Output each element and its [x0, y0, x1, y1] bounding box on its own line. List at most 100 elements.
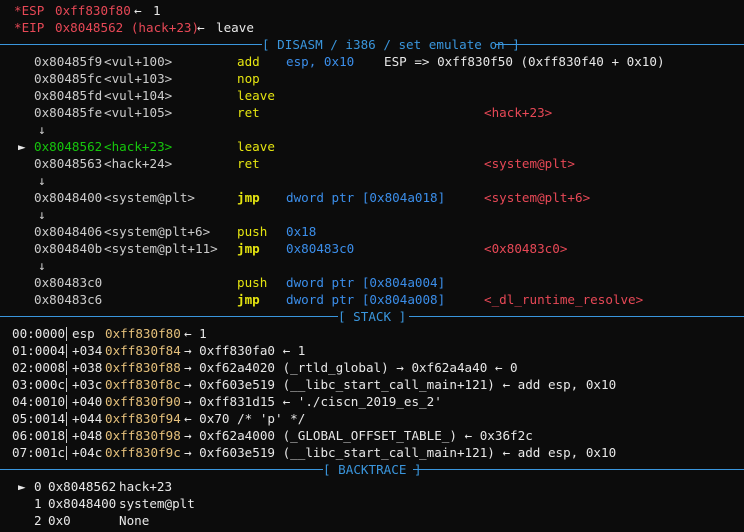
- instr-address: 0x804840b: [34, 241, 103, 256]
- branch-target: <0x80483c0>: [484, 241, 568, 256]
- instr-mnemonic: jmp: [237, 241, 260, 256]
- stack-address: 0xff830f98: [105, 428, 181, 443]
- stack-reg-offset: esp: [72, 326, 95, 341]
- frame-address: 0x8048562: [48, 479, 117, 494]
- stack-header: [ STACK ]: [0, 308, 744, 325]
- instr-address: 0x80483c0: [34, 275, 103, 290]
- instr-operands: dword ptr [0x804a004]: [286, 275, 446, 290]
- stack-title: [ STACK ]: [338, 309, 407, 324]
- register-eip: *EIP 0x8048562 (hack+23) ← leave: [0, 19, 254, 36]
- stack-address: 0xff830f9c: [105, 445, 181, 460]
- stack-offset: 07:001c: [12, 445, 66, 460]
- frame-number: 2: [34, 513, 42, 528]
- instr-mnemonic: ret: [237, 105, 260, 120]
- stack-reg-offset: +044: [72, 411, 103, 426]
- stack-offset: 03:000c: [12, 377, 66, 392]
- branch-target: <_dl_runtime_resolve>: [484, 292, 644, 307]
- instr-address: 0x8048400: [34, 190, 103, 205]
- stack-chain: → 0xff831d15 ← './ciscn_2019_es_2': [184, 394, 442, 409]
- branch-target: <system@plt+6>: [484, 190, 591, 205]
- frame-function: None: [119, 513, 150, 528]
- instr-mnemonic: nop: [237, 71, 260, 86]
- arrow-down-icon: ↓: [38, 173, 46, 188]
- stack-chain: → 0xf603e519 (__libc_start_call_main+121…: [184, 445, 617, 460]
- branch-target: <system@plt>: [484, 156, 575, 171]
- instr-symbol: <system@plt>: [104, 190, 195, 205]
- instr-address: 0x8048406: [34, 224, 103, 239]
- reg-deref: 1: [153, 3, 161, 18]
- reg-name: *ESP: [14, 3, 45, 18]
- stack-divider: [66, 327, 67, 341]
- instr-operands: dword ptr [0x804a008]: [286, 292, 446, 307]
- stack-offset: 00:0000: [12, 326, 66, 341]
- instr-symbol: <system@plt+6>: [104, 224, 211, 239]
- stack-divider: [66, 412, 67, 426]
- instr-mnemonic: ret: [237, 156, 260, 171]
- backtrace-title: [ BACKTRACE ]: [323, 462, 422, 477]
- frame-address: 0x0: [48, 513, 71, 528]
- stack-offset: 02:0008: [12, 360, 66, 375]
- stack-offset: 04:0010: [12, 394, 66, 409]
- stack-address: 0xff830f88: [105, 360, 181, 375]
- instr-mnemonic: add: [237, 54, 260, 69]
- arrow-down-icon: ↓: [38, 258, 46, 273]
- instr-symbol: <hack+23>: [104, 139, 173, 154]
- stack-reg-offset: +034: [72, 343, 103, 358]
- stack-address: 0xff830f8c: [105, 377, 181, 392]
- emulation-result: ESP => 0xff830f50 (0xff830f40 + 0x10): [384, 54, 665, 69]
- frame-address: 0x8048400: [48, 496, 117, 511]
- instr-symbol: <vul+105>: [104, 105, 173, 120]
- stack-reg-offset: +038: [72, 360, 103, 375]
- stack-divider: [66, 446, 67, 460]
- instr-operands: esp, 0x10: [286, 54, 355, 69]
- instr-operands: 0x80483c0: [286, 241, 355, 256]
- register-esp: *ESP 0xff830f80 ← 1: [0, 2, 161, 19]
- instr-mnemonic: push: [237, 275, 268, 290]
- stack-divider: [66, 429, 67, 443]
- stack-reg-offset: +04c: [72, 445, 103, 460]
- instr-operands: 0x18: [286, 224, 317, 239]
- instr-symbol: <hack+24>: [104, 156, 173, 171]
- stack-chain: ← 1: [184, 326, 207, 341]
- stack-reg-offset: +040: [72, 394, 103, 409]
- stack-chain: → 0xf603e519 (__libc_start_call_main+121…: [184, 377, 617, 392]
- arrow-down-icon: ↓: [38, 207, 46, 222]
- stack-chain: ← 0x70 /* 'p' */: [184, 411, 306, 426]
- stack-address: 0xff830f80: [105, 326, 181, 341]
- stack-chain: → 0xf62a4020 (_rtld_global) → 0xf62a4a40…: [184, 360, 518, 375]
- stack-divider: [66, 361, 67, 375]
- stack-address: 0xff830f90: [105, 394, 181, 409]
- instr-symbol: <vul+104>: [104, 88, 173, 103]
- instr-address: 0x80483c6: [34, 292, 103, 307]
- stack-chain: → 0xf62a4000 (_GLOBAL_OFFSET_TABLE_) ← 0…: [184, 428, 533, 443]
- arrow-left-icon: ←: [197, 20, 205, 35]
- instr-address: 0x80485fd: [34, 88, 103, 103]
- frame-number: 0: [34, 479, 42, 494]
- reg-name: *EIP: [14, 20, 45, 35]
- instr-operands: dword ptr [0x804a018]: [286, 190, 446, 205]
- stack-offset: 05:0014: [12, 411, 66, 426]
- instr-symbol: <vul+103>: [104, 71, 173, 86]
- instr-address: 0x80485fe: [34, 105, 103, 120]
- stack-chain: → 0xff830fa0 ← 1: [184, 343, 306, 358]
- backtrace-header: [ BACKTRACE ]: [0, 461, 744, 478]
- stack-divider: [66, 395, 67, 409]
- frame-function: system@plt: [119, 496, 195, 511]
- stack-offset: 06:0018: [12, 428, 66, 443]
- stack-address: 0xff830f94: [105, 411, 181, 426]
- instr-mnemonic: push: [237, 224, 268, 239]
- arrow-left-icon: ←: [134, 3, 142, 18]
- stack-divider: [66, 344, 67, 358]
- instr-mnemonic: leave: [237, 139, 275, 154]
- frame-number: 1: [34, 496, 42, 511]
- stack-address: 0xff830f84: [105, 343, 181, 358]
- instr-mnemonic: jmp: [237, 292, 260, 307]
- current-frame-marker-icon: ►: [18, 479, 26, 494]
- instr-address: 0x80485f9: [34, 54, 103, 69]
- disasm-title: [ DISASM / i386 / set emulate on ]: [262, 37, 520, 52]
- stack-divider: [66, 378, 67, 392]
- instr-address: 0x8048563: [34, 156, 103, 171]
- reg-deref: leave: [216, 20, 254, 35]
- instr-address: 0x80485fc: [34, 71, 103, 86]
- arrow-down-icon: ↓: [38, 122, 46, 137]
